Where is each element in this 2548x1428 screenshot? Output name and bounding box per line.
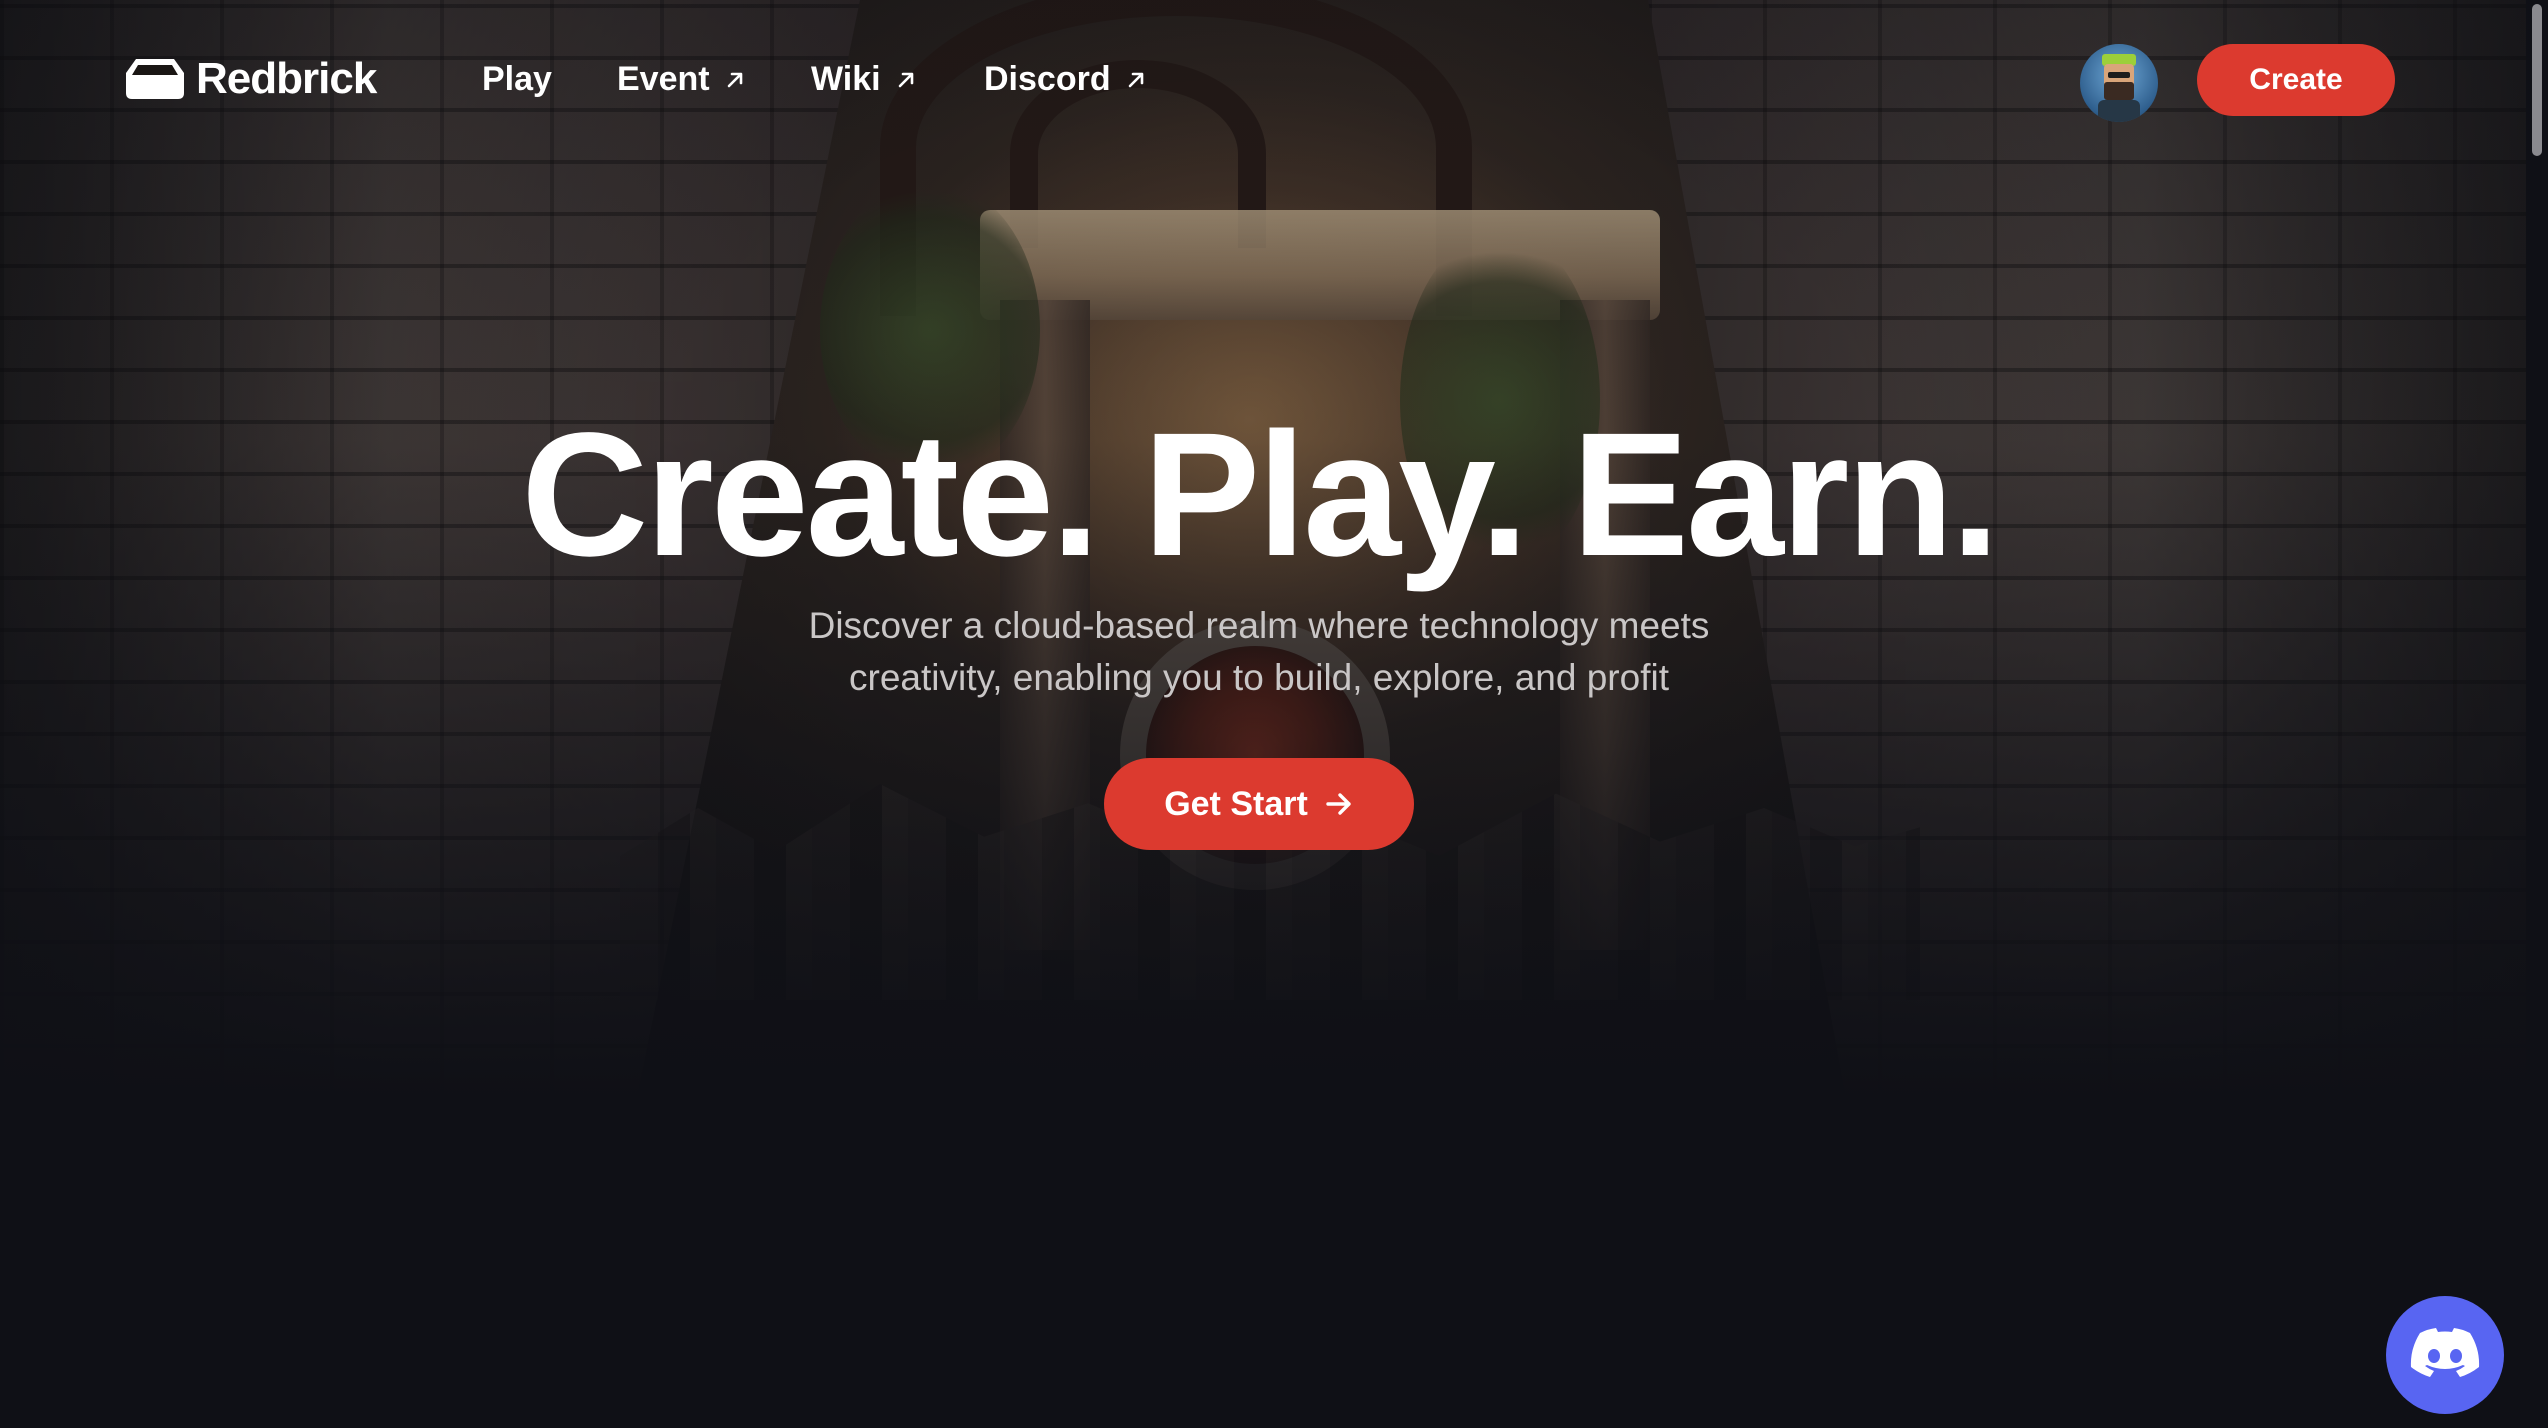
discord-icon <box>2410 1328 2480 1377</box>
nav-link-label: Discord <box>984 60 1111 98</box>
hero-title: Create. Play. Earn. <box>521 397 2000 593</box>
hero-subtitle: Discover a cloud-based realm where techn… <box>764 600 1754 704</box>
external-arrow-icon <box>898 72 913 87</box>
hero-subtitle-line-2: creativity, enabling you to build, explo… <box>849 657 1669 698</box>
nav-link-label: Event <box>617 60 710 98</box>
create-button[interactable]: Create <box>2197 44 2395 116</box>
logo-text: Redbrick <box>196 54 377 103</box>
nav-link-label: Wiki <box>811 60 881 98</box>
redbrick-logo-icon <box>126 59 184 99</box>
logo-link[interactable]: Redbrick <box>122 54 377 104</box>
page: Redbrick Play Event Wiki Discord Create … <box>0 0 2548 1428</box>
get-start-label: Get Start <box>1164 784 1308 823</box>
top-nav: Redbrick Play Event Wiki Discord Create <box>0 0 2548 160</box>
external-arrow-icon <box>1128 72 1143 87</box>
nav-link-play[interactable]: Play <box>482 60 552 99</box>
nav-link-discord[interactable]: Discord <box>984 60 1147 99</box>
nav-link-label: Play <box>482 60 552 98</box>
get-start-button[interactable]: Get Start <box>1104 758 1414 850</box>
nav-link-wiki[interactable]: Wiki <box>811 60 917 99</box>
scrollbar-thumb[interactable] <box>2532 4 2542 156</box>
user-avatar[interactable] <box>2080 44 2158 122</box>
nav-link-event[interactable]: Event <box>617 60 746 99</box>
avatar-character-icon <box>2098 54 2140 122</box>
arrow-right-icon <box>1326 793 1351 815</box>
discord-floating-button[interactable] <box>2386 1296 2504 1414</box>
hero-subtitle-line-1: Discover a cloud-based realm where techn… <box>808 605 1710 646</box>
scrollbar-track[interactable] <box>2526 0 2548 1428</box>
external-arrow-icon <box>727 72 742 87</box>
